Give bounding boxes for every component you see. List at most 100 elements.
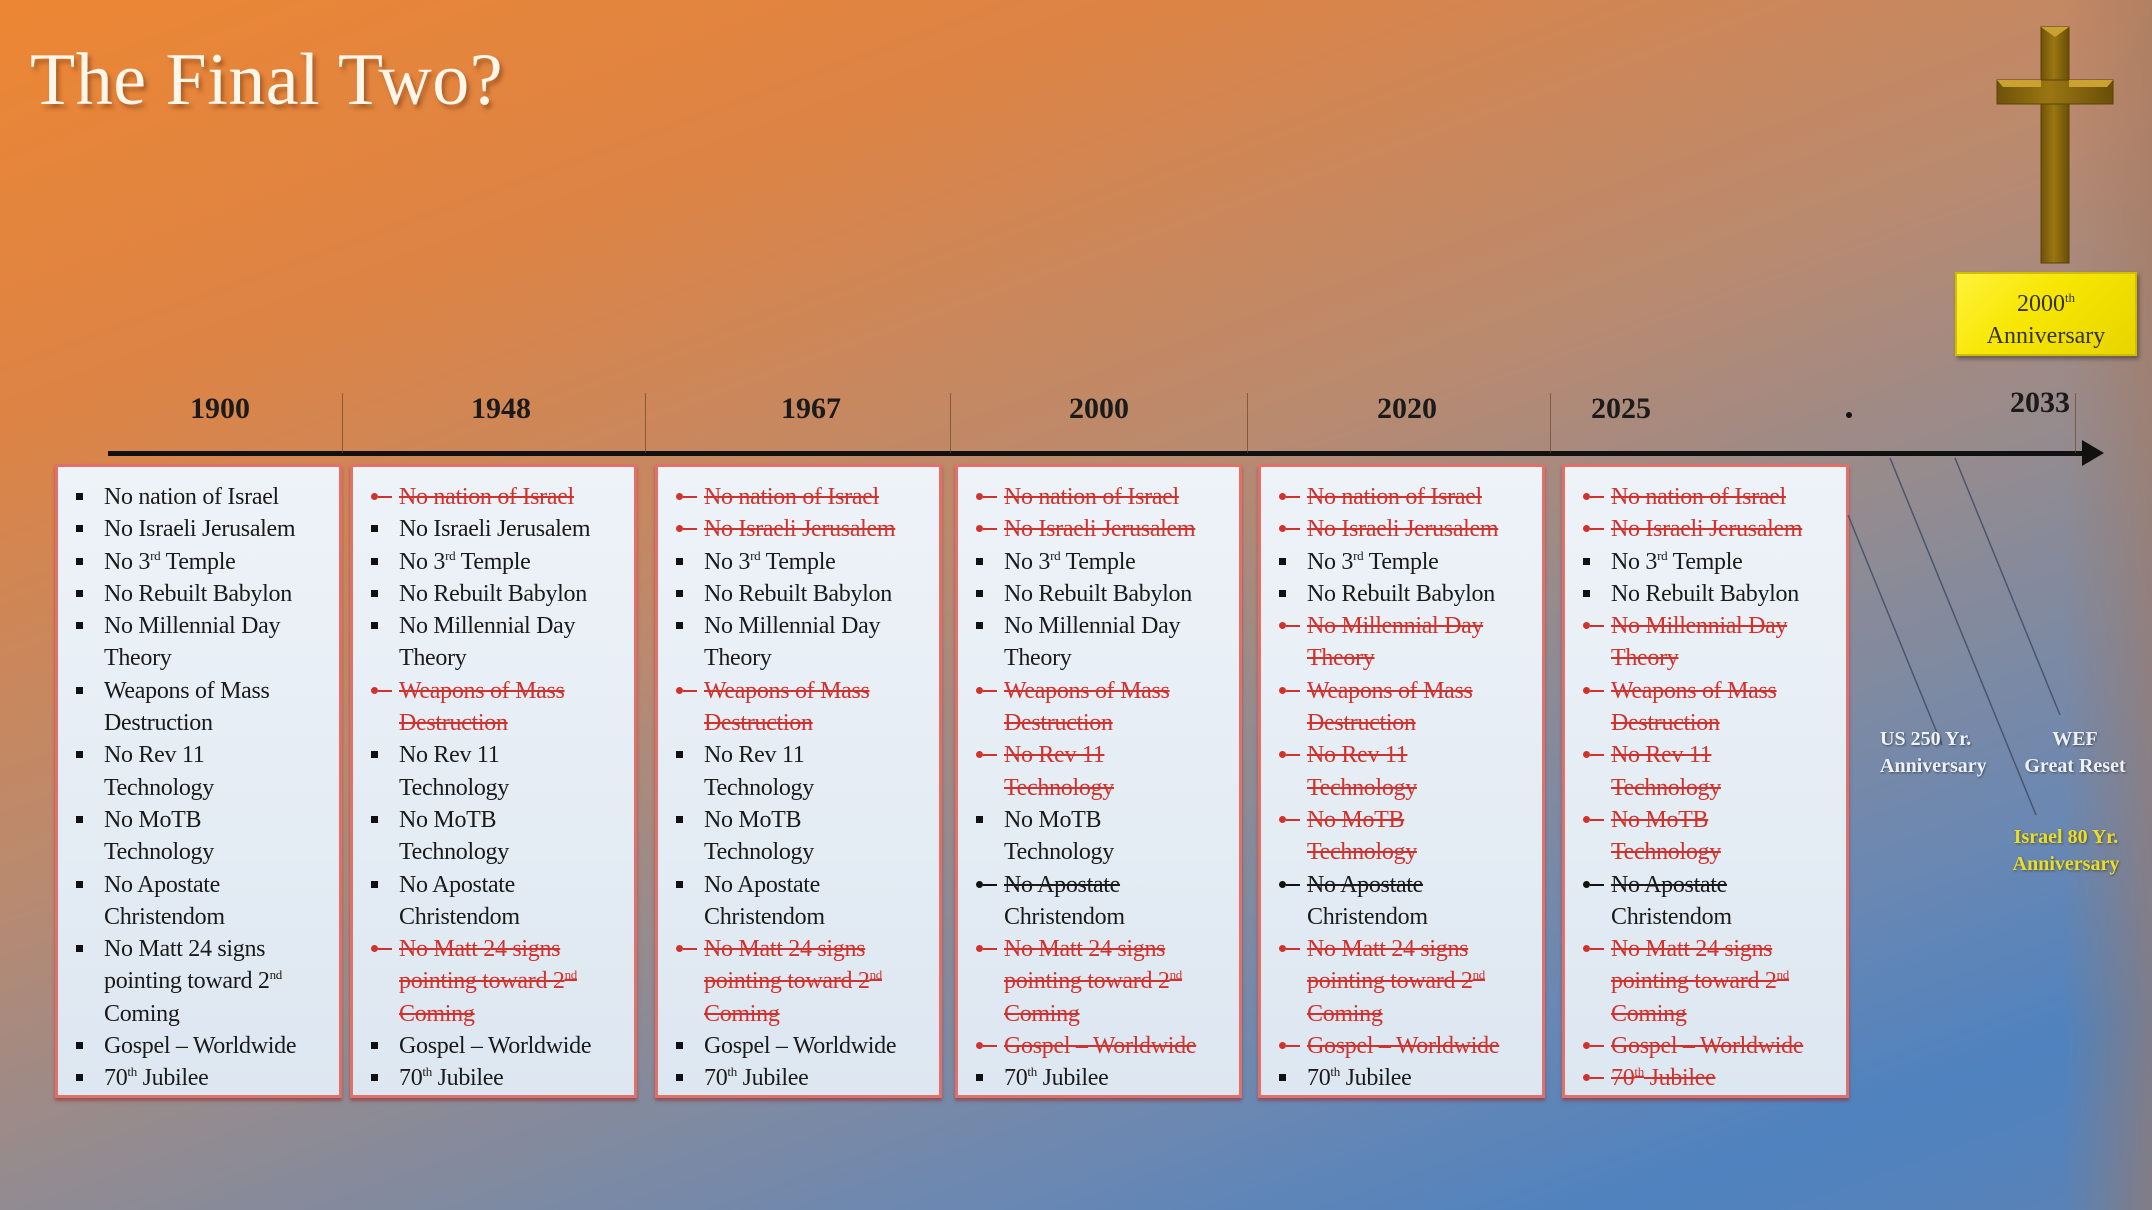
- anniversary-label: Anniversary: [1986, 323, 2106, 349]
- bullet-icon: [676, 589, 683, 597]
- item-text: No MoTB Technology: [704, 806, 814, 866]
- list-item: No Israeli Jerusalem: [371, 513, 624, 545]
- list-item: No Millennial Day Theory: [76, 610, 329, 675]
- list-item: No Apostate Christendom: [1583, 869, 1836, 934]
- bullet-icon: [676, 815, 683, 823]
- item-text: No Rev 11 Technology: [1611, 742, 1721, 801]
- list-item: No Apostate Christendom: [976, 869, 1229, 934]
- list-item: No Apostate Christendom: [371, 869, 624, 934]
- bullet-icon: [371, 589, 378, 597]
- year-label-2000: 2000: [1069, 392, 1129, 425]
- bullet-icon: [976, 945, 997, 953]
- item-text: No Israeli Jerusalem: [399, 516, 591, 543]
- item-text: 70th Jubilee: [1307, 1064, 1412, 1092]
- item-text: No MoTB Technology: [104, 806, 214, 866]
- list-item: No Rebuilt Babylon: [76, 578, 329, 610]
- bullet-icon: [1279, 557, 1286, 565]
- bullet-icon: [976, 1074, 983, 1082]
- item-text: Gospel – Worldwide: [399, 1033, 592, 1060]
- item-text: No Rev 11 Technology: [104, 742, 214, 801]
- item-text: No Apostate Christendom: [704, 871, 825, 930]
- event-israel-80-anniversary: Israel 80 Yr. Anniversary: [2012, 826, 2120, 875]
- list-item: No Millennial Day Theory: [676, 610, 929, 675]
- item-text: No Matt 24 signs pointing toward 2nd Comin…: [1004, 936, 1182, 1027]
- item-text: No 3rd Temple: [1307, 547, 1439, 575]
- timeline-arrow-icon: [2082, 440, 2104, 466]
- year-label-2020: 2020: [1377, 392, 1437, 425]
- item-text: No Matt 24 signs pointing toward 2nd Comin…: [1307, 936, 1485, 1027]
- bullet-icon: [1279, 815, 1300, 823]
- item-text: No nation of Israel: [1307, 484, 1482, 510]
- list-item: No Rebuilt Babylon: [976, 578, 1229, 610]
- list-item: Gospel – Worldwide: [1583, 1030, 1836, 1062]
- bullet-icon: [371, 493, 392, 500]
- list-item: Weapons of Mass Destruction: [371, 675, 624, 740]
- item-text: No 3rd Temple: [1004, 547, 1136, 575]
- checklist: No nation of Israel No Israeli Jerusalem N…: [958, 467, 1239, 1095]
- list-item: No Rebuilt Babylon: [371, 578, 624, 610]
- list-item: Weapons of Mass Destruction: [976, 675, 1229, 740]
- bullet-icon: [976, 751, 997, 759]
- list-item: No Apostate Christendom: [76, 869, 329, 934]
- slide-title: The Final Two?: [30, 39, 504, 121]
- bullet-icon: [76, 589, 83, 597]
- bullet-icon: [371, 1074, 378, 1082]
- list-item: No Rebuilt Babylon: [676, 578, 929, 610]
- list-item: No Millennial Day Theory: [371, 610, 624, 675]
- list-item: 70th Jubilee: [1279, 1062, 1532, 1094]
- list-item: No 3rd Temple: [1583, 546, 1836, 578]
- item-text: No Matt 24 signs pointing toward 2nd Comin…: [1611, 936, 1789, 1027]
- list-item: No Israeli Jerusalem: [1583, 513, 1836, 545]
- anniversary-badge: 2000th Anniversary: [1955, 272, 2137, 356]
- item-text: No nation of Israel: [1611, 484, 1786, 510]
- anniversary-number: 2000th: [2016, 290, 2076, 317]
- item-text: No Apostate Christendom: [1004, 871, 1125, 930]
- list-item: No 3rd Temple: [76, 546, 329, 578]
- list-item: No Rebuilt Babylon: [1279, 578, 1532, 610]
- item-text: No nation of Israel: [704, 484, 879, 510]
- bullet-icon: [76, 1074, 83, 1082]
- item-text: No MoTB Technology: [1004, 806, 1114, 866]
- list-item: Weapons of Mass Destruction: [676, 675, 929, 740]
- bullet-icon: [676, 525, 697, 533]
- item-text: No Millennial Day Theory: [704, 613, 881, 672]
- column-1900: No nation of Israel No Israeli Jerusalem N…: [55, 464, 342, 1098]
- bullet-icon: [76, 751, 83, 759]
- bullet-icon: [976, 589, 983, 597]
- item-text: No Rev 11 Technology: [1307, 742, 1417, 801]
- item-text: Weapons of Mass Destruction: [1307, 677, 1473, 737]
- bullet-icon: [1583, 945, 1604, 953]
- item-text: No Millennial Day Theory: [104, 613, 281, 672]
- bullet-icon: [976, 493, 997, 500]
- item-text: No Millennial Day Theory: [1004, 613, 1181, 672]
- bullet-icon: [1583, 815, 1604, 823]
- list-item: No 3rd Temple: [1279, 546, 1532, 578]
- item-text: Gospel – Worldwide: [104, 1033, 297, 1060]
- bullet-icon: [1583, 493, 1604, 500]
- item-text: Weapons of Mass Destruction: [399, 677, 565, 737]
- column-1967: No nation of Israel No Israeli Jerusalem N…: [655, 464, 942, 1098]
- bullet-icon: [371, 945, 392, 953]
- item-text: No Israeli Jerusalem: [1307, 516, 1499, 543]
- item-text: No MoTB Technology: [1611, 806, 1721, 866]
- list-item: No nation of Israel: [1583, 481, 1836, 513]
- item-text: No Rebuilt Babylon: [1611, 580, 1799, 607]
- bullet-icon: [371, 751, 378, 759]
- bullet-icon: [1583, 622, 1604, 630]
- pointer-line-us250: [1847, 514, 1943, 746]
- pointer-line-wef: [1954, 457, 2061, 716]
- list-item: Gospel – Worldwide: [976, 1030, 1229, 1062]
- column-2025: No nation of Israel No Israeli Jerusalem N…: [1562, 464, 1849, 1098]
- year-label-2025: 2025: [1591, 392, 1651, 425]
- item-text: No Rebuilt Babylon: [704, 580, 892, 607]
- bullet-icon: [976, 686, 997, 694]
- bullet-icon: [976, 880, 997, 888]
- bullet-icon: [976, 525, 997, 533]
- list-item: No MoTB Technology: [976, 804, 1229, 869]
- bullet-icon: [76, 1042, 83, 1050]
- checklist: No nation of Israel No Israeli Jerusalem N…: [658, 467, 939, 1095]
- bullet-icon: [976, 815, 983, 823]
- column-1948: No nation of Israel No Israeli Jerusalem N…: [350, 464, 637, 1098]
- bullet-icon: [676, 557, 683, 565]
- year-label-2033: 2033: [2010, 386, 2070, 419]
